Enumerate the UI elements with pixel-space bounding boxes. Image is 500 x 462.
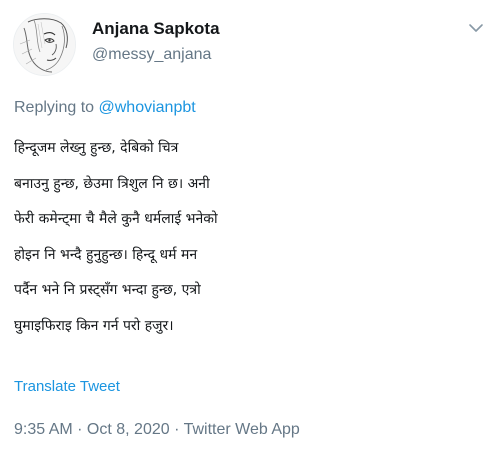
tweet-card: Anjana Sapkota @messy_anjana Replying to… (0, 0, 500, 462)
replying-to-line: Replying to @whovianpbt (14, 99, 196, 117)
tweet-text-line: बनाउनु हुन्छ, छेउमा त्रिशुल नि छ। अनी (14, 175, 210, 192)
reply-mention-link[interactable]: @whovianpbt (99, 99, 196, 116)
tweet-text-line: घुमाइफिराइ किन गर्न परो हजुर। (14, 317, 174, 334)
tweet-time[interactable]: 9:35 AM (14, 421, 73, 438)
tweet-metadata: 9:35 AM · Oct 8, 2020 · Twitter Web App (14, 421, 300, 439)
author-name[interactable]: Anjana Sapkota (92, 19, 220, 39)
meta-separator: · (169, 421, 184, 438)
tweet-text-line: हिन्दूजम लेख्नु हुन्छ, देबिको चित्र (14, 140, 179, 156)
tweet-date[interactable]: Oct 8, 2020 (87, 421, 170, 438)
tweet-text: हिन्दूजम लेख्नु हुन्छ, देबिको चित्र बनाउ… (14, 131, 494, 344)
tweet-text-line: पर्दैन भने नि प्रस्ट्सँग भन्दा हुन्छ, एत… (14, 282, 201, 298)
tweet-text-line: फेरी कमेन्ट्मा चै मैले कुनै धर्मलाई भनेक… (14, 211, 218, 227)
tweet-source[interactable]: Twitter Web App (184, 421, 300, 438)
tweet-text-line: होइन नि भन्दै हुनुहुन्छ। हिन्दू धर्म मन (14, 246, 198, 263)
avatar-sketch-image (14, 14, 75, 75)
author-handle[interactable]: @messy_anjana (92, 46, 211, 64)
translate-tweet-link[interactable]: Translate Tweet (14, 378, 120, 395)
chevron-down-icon[interactable] (466, 20, 486, 34)
avatar[interactable] (13, 13, 76, 76)
meta-separator: · (72, 421, 87, 438)
replying-to-prefix: Replying to (14, 99, 99, 116)
